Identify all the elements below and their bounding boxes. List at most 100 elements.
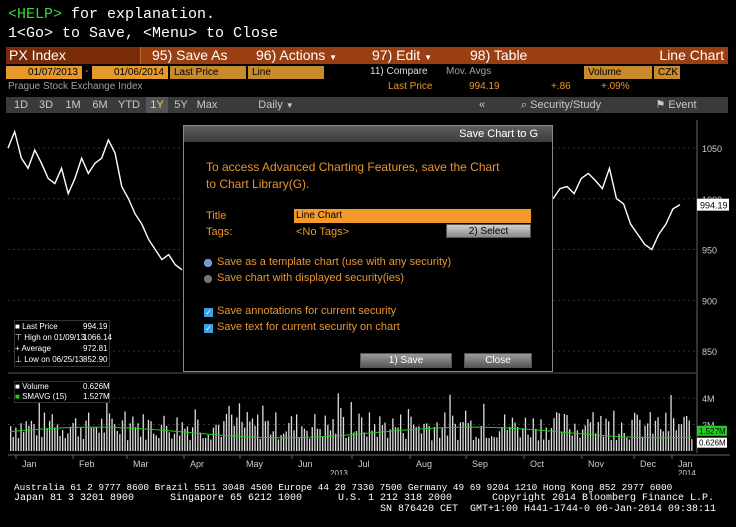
chevron-left-icon[interactable]: « — [472, 97, 492, 113]
volume-bar — [228, 405, 230, 451]
end-date-field[interactable]: 01/06/2014 — [92, 66, 168, 79]
volume-bar — [51, 414, 53, 451]
security-field[interactable]: PX Index — [6, 47, 140, 64]
volume-bar — [223, 421, 225, 451]
month-label: Aug — [416, 459, 432, 469]
timeframe-6m[interactable]: 6M — [88, 97, 112, 113]
month-label: May — [246, 459, 264, 469]
legend-swatch-icon: ■ — [15, 322, 20, 331]
volume-bar — [410, 416, 412, 451]
timeframe-5y[interactable]: 5Y — [170, 97, 192, 113]
volume-bar — [465, 410, 467, 451]
volume-bar — [340, 408, 342, 451]
title-input[interactable]: Line Chart — [294, 209, 531, 223]
volume-bar — [509, 426, 511, 451]
chevron-down-icon: ▼ — [424, 53, 433, 62]
search-icon: ⌕ — [520, 99, 528, 111]
volume-bar — [132, 416, 134, 451]
volume-bar — [446, 435, 449, 451]
select-tags-button[interactable]: 2) Select — [446, 224, 531, 238]
volume-bar — [506, 429, 508, 451]
volume-bar — [686, 416, 688, 451]
volume-bar — [571, 435, 573, 451]
period-select[interactable]: Daily ▼ — [250, 97, 302, 113]
table-button[interactable]: 98) Table — [470, 47, 560, 64]
volume-bar — [691, 439, 693, 451]
mov-avgs-button[interactable]: Mov. Avgs — [446, 66, 491, 77]
year-label: 2014 — [678, 469, 696, 475]
volume-bar — [137, 423, 139, 451]
actions-menu[interactable]: 96) Actions ▼ — [256, 47, 356, 64]
volume-bar — [101, 418, 103, 451]
legend-label: Low on 06/25/13 — [24, 355, 84, 364]
currency-select[interactable]: CZK — [654, 66, 680, 79]
security-study-button[interactable]: ⌕ Security/Study — [506, 97, 616, 113]
volume-bar — [236, 417, 238, 451]
volume-bar — [114, 424, 116, 451]
volume-bar — [493, 437, 495, 451]
price-axis-label: 900 — [702, 296, 717, 306]
volume-bar — [413, 424, 415, 451]
volume-bar — [192, 427, 194, 451]
save-button[interactable]: 1) Save — [360, 353, 452, 368]
volume-bar — [316, 428, 319, 451]
radio-displayed[interactable] — [204, 275, 212, 283]
volume-bar — [197, 419, 199, 451]
volume-bar — [540, 419, 542, 451]
index-name: Prague Stock Exchange Index — [8, 81, 143, 92]
style-select[interactable]: Line — [248, 66, 324, 79]
timeframe-ytd[interactable]: YTD — [114, 97, 144, 113]
volume-bar — [587, 419, 589, 451]
date-separator: - — [85, 66, 89, 77]
help-key[interactable]: <HELP> — [8, 6, 62, 23]
timeframe-1y[interactable]: 1Y — [146, 97, 168, 113]
volume-bar — [337, 393, 339, 451]
volume-bar — [69, 426, 72, 451]
volume-bar — [218, 425, 220, 451]
volume-bar — [64, 438, 66, 451]
price-legend: ■ Last Price 994.19 ⊤ High on 01/09/13 106… — [14, 320, 112, 367]
volume-bar — [215, 424, 217, 451]
volume-select[interactable]: Volume — [584, 66, 652, 79]
edit-menu[interactable]: 97) Edit ▼ — [372, 47, 462, 64]
volume-bar — [597, 421, 599, 451]
volume-bar — [415, 426, 417, 451]
go-line: 1<Go> to Save, <Menu> to Close — [8, 25, 279, 42]
start-date-field[interactable]: 01/07/2013 — [6, 66, 82, 79]
chevron-down-icon: ▼ — [285, 101, 294, 110]
quote-change: +.86 — [551, 81, 571, 92]
volume-bar — [54, 427, 56, 451]
volume-bar — [657, 417, 659, 451]
volume-bar — [673, 418, 675, 451]
volume-bar — [127, 440, 129, 451]
volume-bar — [210, 439, 212, 451]
timeframe-3d[interactable]: 3D — [34, 97, 58, 113]
volume-bar — [147, 419, 150, 451]
price-field-select[interactable]: Last Price — [170, 66, 246, 79]
timeframe-1m[interactable]: 1M — [60, 97, 86, 113]
volume-bar — [641, 436, 644, 451]
volume-bar — [537, 440, 540, 451]
timeframe-max[interactable]: Max — [194, 97, 220, 113]
checkbox-text[interactable]: ✓ — [204, 324, 213, 333]
quote-pct: +.09% — [601, 81, 630, 92]
volume-bar — [150, 421, 152, 451]
radio-template[interactable] — [204, 259, 212, 267]
volume-bar — [470, 420, 472, 451]
compare-button[interactable]: 11) Compare — [370, 66, 428, 77]
legend-value: 0.626M — [83, 382, 110, 391]
event-button[interactable]: ⚑ Event — [646, 97, 706, 113]
timeframe-1d[interactable]: 1D — [10, 97, 32, 113]
actions-label: 96) Actions — [256, 47, 326, 63]
save-as-button[interactable]: 95) Save As — [152, 47, 252, 64]
month-label: Dec — [640, 459, 657, 469]
volume-bar — [366, 436, 368, 451]
volume-bar — [332, 419, 334, 451]
volume-bar — [384, 422, 386, 451]
legend-row: ⊤ High on 01/09/13 1066.14 — [15, 333, 112, 343]
month-label: Mar — [133, 459, 149, 469]
footer-line2d: Copyright 2014 Bloomberg Finance L.P. — [492, 493, 715, 504]
checkbox-annotations[interactable]: ✓ — [204, 308, 213, 317]
volume-bar — [444, 412, 446, 451]
close-button[interactable]: Close — [464, 353, 532, 368]
